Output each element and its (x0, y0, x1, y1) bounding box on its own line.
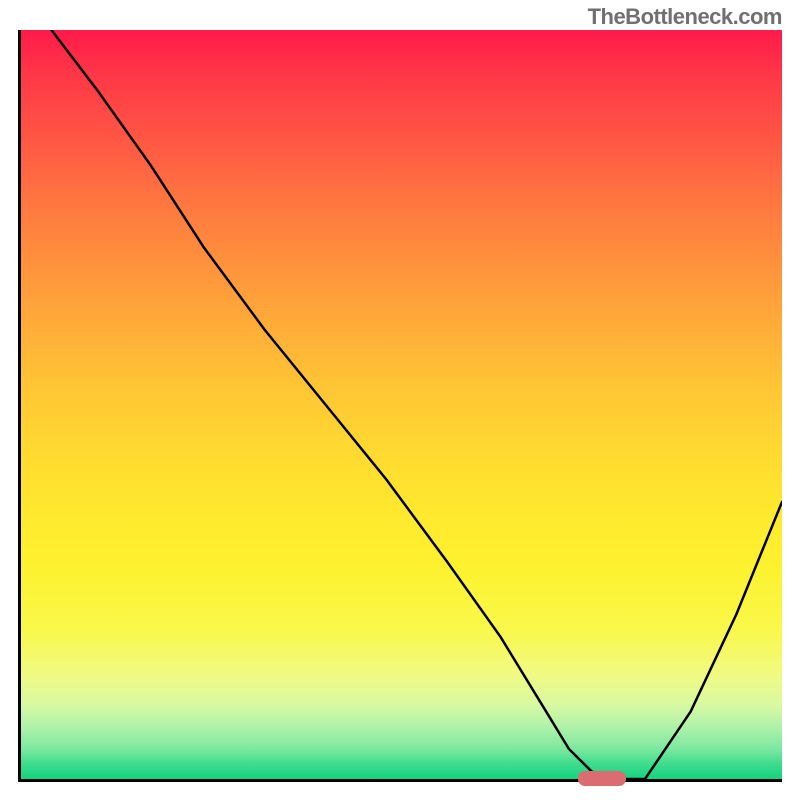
chart-plot-area (18, 30, 782, 782)
optimal-marker (578, 771, 626, 786)
site-watermark: TheBottleneck.com (588, 4, 782, 30)
chart-curve (21, 30, 782, 779)
